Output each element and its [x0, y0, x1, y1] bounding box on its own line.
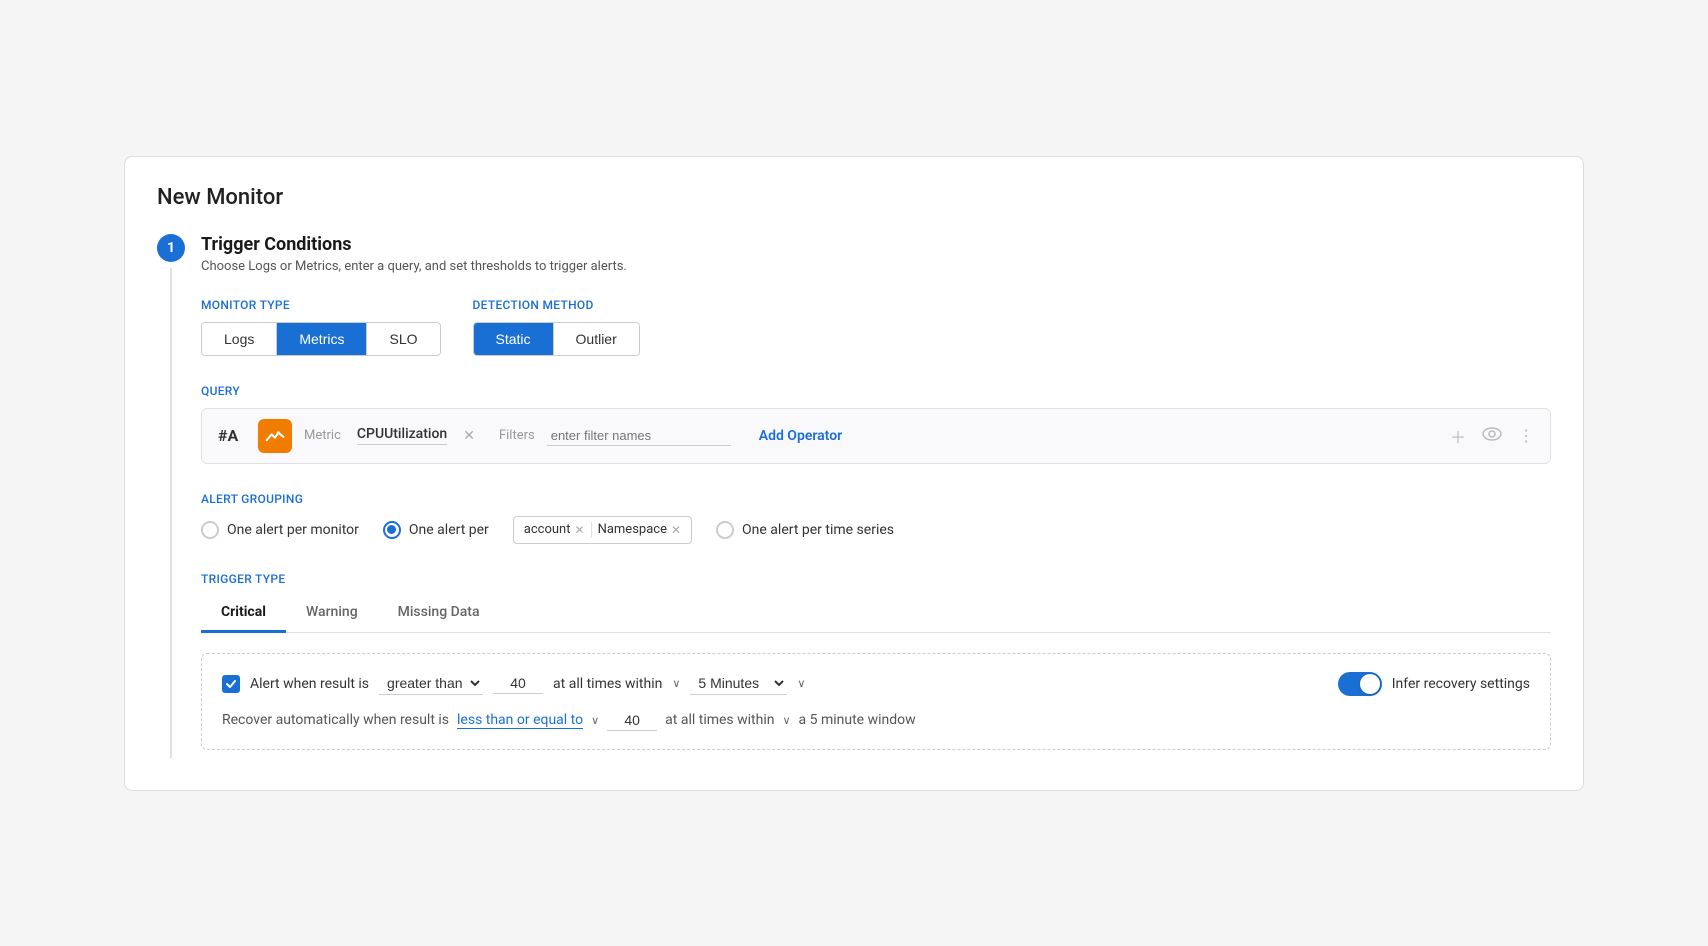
monitor-type-logs[interactable]: Logs [202, 323, 277, 355]
times-caret[interactable]: ∨ [672, 677, 680, 690]
tab-critical[interactable]: Critical [201, 596, 286, 633]
tab-missing-data[interactable]: Missing Data [378, 596, 500, 633]
recover-auto-text: Recover automatically when result is [222, 712, 449, 728]
condition-select[interactable]: greater than less than equal to [379, 672, 483, 695]
tab-warning[interactable]: Warning [286, 596, 378, 633]
tag-namespace-label: Namespace [598, 522, 667, 537]
toggle-thumb [1360, 674, 1380, 694]
tag-namespace: Namespace ✕ [598, 522, 681, 537]
alert-checkbox[interactable] [222, 675, 240, 693]
recover-window-text: a 5 minute window [799, 712, 916, 728]
infer-recovery-label: Infer recovery settings [1392, 676, 1530, 692]
tag-account-label: account [524, 522, 571, 537]
trigger-tabs: Critical Warning Missing Data [201, 596, 1551, 633]
more-options-icon[interactable]: ⋮ [1518, 426, 1534, 445]
tag-divider [591, 522, 592, 538]
query-section: Query #A Metric CPUUtilization ✕ Filters… [201, 384, 1551, 464]
radio-per-series-circle [716, 521, 734, 539]
detection-method-group: Detection Method Static Outlier [473, 298, 640, 356]
detection-method-label: Detection Method [473, 298, 640, 312]
query-row: #A Metric CPUUtilization ✕ Filters Add O… [201, 408, 1551, 464]
visibility-icon[interactable] [1482, 426, 1502, 445]
radio-per-tag-label: One alert per [409, 522, 489, 538]
threshold-value[interactable] [493, 673, 543, 694]
query-label: Query [201, 384, 1551, 398]
tag-group: account ✕ Namespace ✕ [513, 516, 692, 544]
monitor-type-metrics[interactable]: Metrics [277, 323, 367, 355]
time-caret[interactable]: ∨ [797, 677, 805, 690]
step-indicator: 1 [157, 234, 185, 758]
alert-grouping-label: Alert Grouping [201, 492, 1551, 506]
radio-per-series-label: One alert per time series [742, 522, 894, 538]
query-actions: ＋ ⋮ [1450, 424, 1534, 448]
infer-recovery-toggle-row: Infer recovery settings [1338, 672, 1530, 696]
section-desc: Choose Logs or Metrics, enter a query, a… [201, 259, 1551, 274]
monitor-type-slo[interactable]: SLO [367, 323, 439, 355]
radio-per-tag-circle [383, 521, 401, 539]
trigger-type-section: Trigger Type Critical Warning Missing Da… [201, 572, 1551, 750]
page-wrapper: New Monitor 1 Trigger Conditions Choose … [124, 156, 1584, 791]
recover-at-caret[interactable]: ∨ [782, 714, 790, 727]
type-method-row: Monitor Type Logs Metrics SLO Detection … [201, 298, 1551, 356]
metric-value[interactable]: CPUUtilization [357, 426, 447, 445]
recover-value[interactable] [607, 710, 657, 731]
tag-account-remove[interactable]: ✕ [575, 523, 585, 537]
radio-per-monitor-label: One alert per monitor [227, 522, 359, 538]
step-circle: 1 [157, 234, 185, 262]
trigger-content: Alert when result is greater than less t… [201, 653, 1551, 750]
detection-static[interactable]: Static [474, 323, 554, 355]
infer-recovery-toggle[interactable] [1338, 672, 1382, 696]
tag-namespace-remove[interactable]: ✕ [671, 523, 681, 537]
metric-clear-icon[interactable]: ✕ [463, 428, 475, 444]
trigger-type-label: Trigger Type [201, 572, 1551, 586]
query-id: #A [218, 426, 246, 445]
metric-label: Metric [304, 428, 341, 443]
alert-row: Alert when result is greater than less t… [222, 672, 1530, 696]
tag-account: account ✕ [524, 522, 585, 537]
radio-group: One alert per monitor One alert per acco… [201, 516, 1551, 544]
recover-row: Recover automatically when result is les… [222, 710, 1530, 731]
radio-per-series[interactable]: One alert per time series [716, 521, 894, 539]
step1-content: Trigger Conditions Choose Logs or Metric… [201, 234, 1551, 758]
add-query-icon[interactable]: ＋ [1450, 424, 1466, 448]
alert-grouping: Alert Grouping One alert per monitor One… [201, 492, 1551, 544]
page-title: New Monitor [157, 185, 1551, 210]
detection-outlier[interactable]: Outlier [554, 323, 639, 355]
time-select[interactable]: 5 Minutes 1 Minute 10 Minutes 15 Minutes… [690, 672, 787, 695]
radio-per-monitor[interactable]: One alert per monitor [201, 521, 359, 539]
radio-per-monitor-circle [201, 521, 219, 539]
recover-at-text: at all times within [665, 712, 774, 728]
monitor-type-btn-group: Logs Metrics SLO [201, 322, 441, 356]
monitor-type-group: Monitor Type Logs Metrics SLO [201, 298, 441, 356]
radio-per-tag[interactable]: One alert per [383, 521, 489, 539]
alert-when-text: Alert when result is [250, 676, 369, 692]
monitor-type-label: Monitor Type [201, 298, 441, 312]
query-icon [258, 419, 292, 453]
filters-input[interactable] [547, 426, 731, 446]
detection-method-btn-group: Static Outlier [473, 322, 640, 356]
step-line [170, 268, 172, 758]
at-all-times-text: at all times within [553, 676, 662, 692]
step1-section: 1 Trigger Conditions Choose Logs or Metr… [157, 234, 1551, 758]
add-operator-btn[interactable]: Add Operator [759, 428, 842, 444]
recover-condition-caret[interactable]: ∨ [591, 714, 599, 727]
section-title: Trigger Conditions [201, 234, 1551, 255]
recover-condition-link[interactable]: less than or equal to [457, 712, 583, 729]
filters-label: Filters [499, 428, 535, 443]
